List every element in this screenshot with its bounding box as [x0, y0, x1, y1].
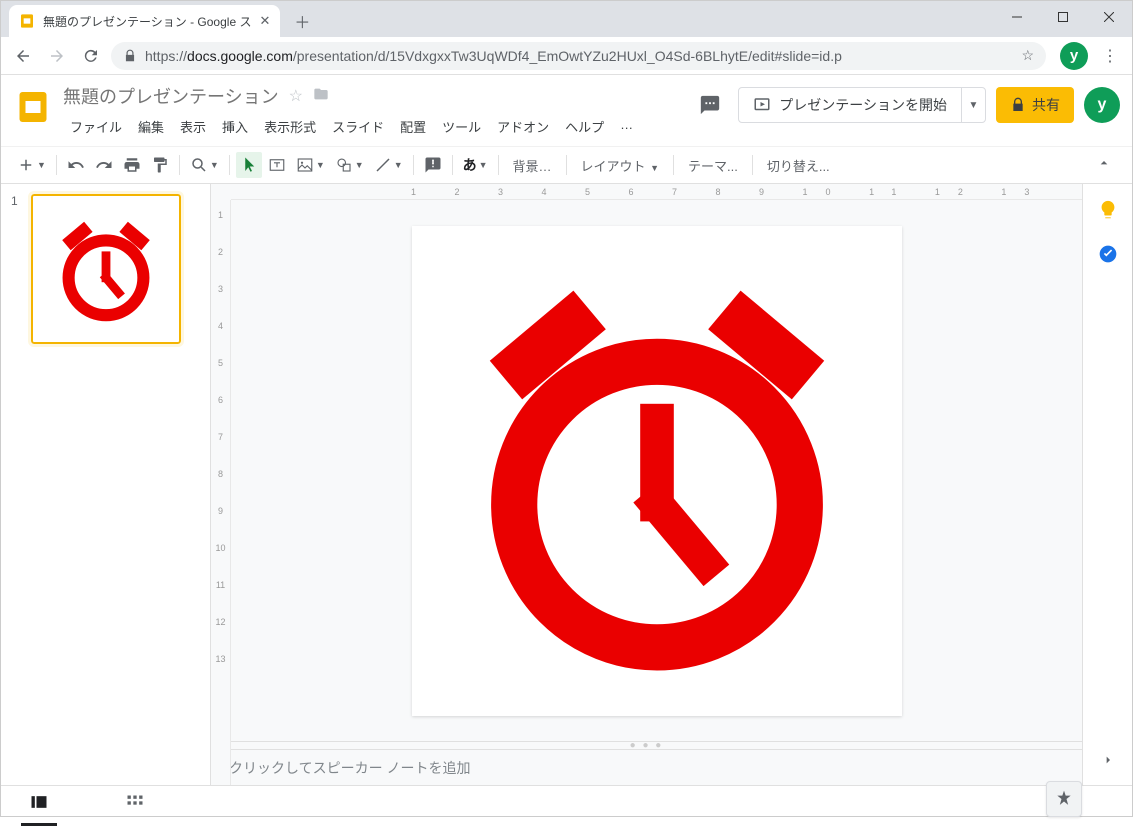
collapse-toolbar-button[interactable] [1088, 155, 1120, 176]
star-icon[interactable]: ☆ [289, 86, 303, 106]
speaker-notes-placeholder: クリックしてスピーカー ノートを追加 [229, 758, 470, 778]
lock-icon [1010, 97, 1026, 113]
alarm-clock-icon [51, 214, 161, 324]
slide-canvas-viewport[interactable] [211, 200, 1082, 741]
share-button[interactable]: 共有 [996, 87, 1074, 123]
window-close-button[interactable] [1086, 1, 1132, 33]
print-button[interactable] [119, 152, 145, 178]
bottom-bar [1, 785, 1132, 825]
notes-resize-handle[interactable]: ● ● ● [211, 741, 1082, 749]
browser-toolbar: https://docs.google.com/presentation/d/1… [1, 37, 1132, 75]
ruler-vertical: 12345678910111213 [211, 200, 231, 785]
slide-thumbnail-1[interactable] [31, 194, 181, 344]
menu-view[interactable]: 表示 [173, 113, 213, 140]
menu-edit[interactable]: 編集 [131, 113, 171, 140]
slide[interactable] [412, 226, 902, 716]
alarm-clock-icon[interactable] [447, 261, 867, 681]
menu-more[interactable]: … [613, 113, 640, 140]
side-panel [1082, 184, 1132, 785]
open-comments-button[interactable] [692, 87, 728, 123]
address-bar[interactable]: https://docs.google.com/presentation/d/1… [111, 42, 1046, 70]
window-minimize-button[interactable] [994, 1, 1040, 33]
present-button-label: プレゼンテーションを開始 [779, 95, 947, 115]
filmstrip-panel[interactable]: 1 [1, 184, 211, 785]
menu-arrange[interactable]: 配置 [393, 113, 433, 140]
slide-thumbnail-row: 1 [11, 194, 200, 344]
menu-help[interactable]: ヘルプ [558, 113, 611, 140]
browser-tab-active[interactable]: 無題のプレゼンテーション - Google ス ✕ [9, 5, 280, 37]
account-avatar[interactable]: y [1084, 87, 1120, 123]
present-button-group: プレゼンテーションを開始 ▼ [738, 87, 986, 123]
menu-tools[interactable]: ツール [435, 113, 488, 140]
filmstrip-view-button[interactable] [21, 786, 57, 826]
insert-comment-button[interactable] [420, 152, 446, 178]
new-tab-button[interactable]: ＋ [288, 7, 316, 35]
menu-file[interactable]: ファイル [63, 113, 129, 140]
chevron-down-icon: ▼ [648, 163, 659, 173]
browser-menu-button[interactable]: ⋮ [1096, 42, 1124, 70]
explore-lightbulb-icon[interactable] [1096, 198, 1120, 222]
present-button[interactable]: プレゼンテーションを開始 [739, 95, 961, 115]
explore-button[interactable] [1046, 781, 1082, 817]
tab-close-button[interactable]: ✕ [259, 13, 270, 29]
folder-icon[interactable] [313, 86, 329, 107]
ruler-horizontal: 1 2 3 4 5 6 7 8 9 10 11 12 13 [231, 184, 1082, 200]
zoom-button[interactable]: ▼ [186, 152, 223, 178]
slides-favicon-icon [19, 13, 35, 29]
menu-format[interactable]: 表示形式 [257, 113, 323, 140]
forward-button[interactable] [43, 42, 71, 70]
profile-avatar[interactable]: y [1060, 42, 1088, 70]
insert-line-button[interactable]: ▼ [370, 152, 407, 178]
redo-button[interactable] [91, 152, 117, 178]
document-title[interactable]: 無題のプレゼンテーション [63, 83, 279, 109]
menu-bar: ファイル 編集 表示 挿入 表示形式 スライド 配置 ツール アドオン ヘルプ … [63, 113, 682, 140]
menu-insert[interactable]: 挿入 [215, 113, 255, 140]
layout-button[interactable]: レイアウト ▼ [573, 156, 667, 175]
menu-slide[interactable]: スライド [325, 113, 391, 140]
insert-image-button[interactable]: ▼ [292, 152, 329, 178]
present-dropdown-button[interactable]: ▼ [961, 88, 985, 122]
slide-thumbnail-number: 1 [11, 194, 23, 344]
toolbar: ▼ ▼ ▼ ▼ ▼ あ▼ 背景… レイアウト ▼ テーマ... 切り替え... [1, 146, 1132, 184]
input-method-button[interactable]: あ▼ [459, 152, 492, 178]
window-maximize-button[interactable] [1040, 1, 1086, 33]
browser-tab-title: 無題のプレゼンテーション - Google ス [43, 13, 251, 30]
slides-logo-icon[interactable] [13, 87, 53, 127]
hide-side-panel-button[interactable] [1100, 752, 1116, 773]
app-header: 無題のプレゼンテーション ☆ ファイル 編集 表示 挿入 表示形式 スライド 配… [1, 75, 1132, 140]
reload-button[interactable] [77, 42, 105, 70]
background-button[interactable]: 背景… [505, 156, 560, 175]
share-button-label: 共有 [1032, 95, 1060, 115]
theme-button[interactable]: テーマ... [680, 156, 746, 175]
keep-icon[interactable] [1096, 242, 1120, 266]
grid-view-button[interactable] [117, 787, 153, 824]
url-text: https://docs.google.com/presentation/d/1… [145, 48, 842, 64]
new-slide-button[interactable]: ▼ [13, 152, 50, 178]
speaker-notes[interactable]: クリックしてスピーカー ノートを追加 [211, 749, 1082, 785]
menu-addons[interactable]: アドオン [490, 113, 556, 140]
lock-icon [123, 49, 137, 63]
back-button[interactable] [9, 42, 37, 70]
bookmark-star-icon[interactable]: ☆ [1021, 47, 1034, 64]
select-tool-button[interactable] [236, 152, 262, 178]
canvas-area: 1 2 3 4 5 6 7 8 9 10 11 12 13 1234567891… [211, 184, 1082, 785]
paint-format-button[interactable] [147, 152, 173, 178]
present-icon [753, 96, 771, 114]
insert-shape-button[interactable]: ▼ [331, 152, 368, 178]
transition-button[interactable]: 切り替え... [759, 156, 838, 175]
browser-tab-bar: 無題のプレゼンテーション - Google ス ✕ ＋ [1, 1, 1132, 37]
text-box-button[interactable] [264, 152, 290, 178]
undo-button[interactable] [63, 152, 89, 178]
